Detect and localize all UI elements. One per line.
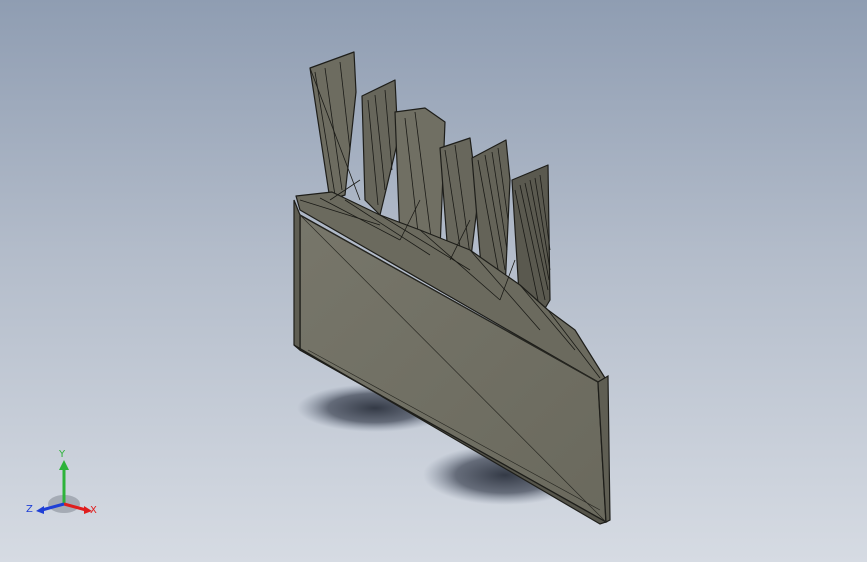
x-axis-label: X [90, 505, 97, 516]
graphics-viewport[interactable]: Y Z X [0, 0, 867, 562]
fin-2 [361, 79, 399, 216]
z-axis-arrow [36, 506, 44, 514]
coordinate-triad[interactable]: Y Z X [24, 448, 104, 524]
y-axis-arrow [59, 460, 69, 470]
left-edge-face [293, 199, 301, 352]
y-axis-label: Y [59, 449, 66, 460]
z-axis-label: Z [26, 504, 33, 515]
3d-model-view[interactable] [0, 0, 867, 562]
